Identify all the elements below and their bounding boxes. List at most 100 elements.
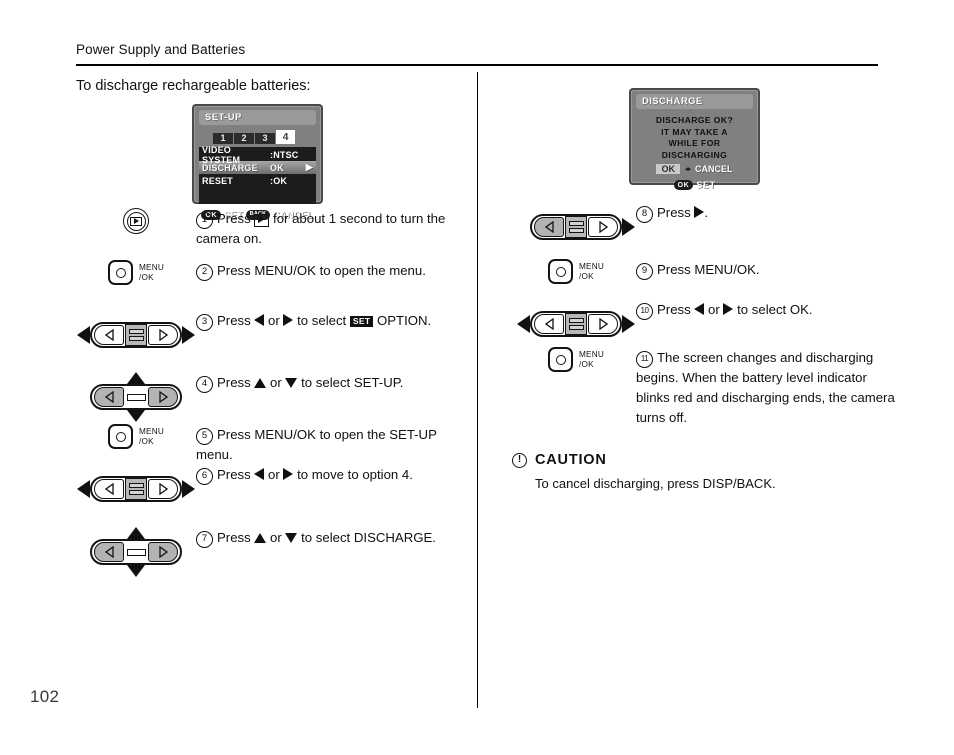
dpad-right-pad[interactable]: [148, 325, 178, 345]
page-header: Power Supply and Batteries: [76, 42, 878, 66]
triangle-left-outline-icon: [544, 318, 554, 330]
dpad-right-pad[interactable]: [588, 217, 618, 237]
menu-label-discharge: DISCHARGE: [202, 162, 258, 173]
dpad-right-pad[interactable]: [148, 387, 178, 407]
discharge-dialog-message: DISCHARGE OK? IT MAY TAKE A WHILE FOR DI…: [642, 115, 747, 161]
menu-value-reset: :OK: [270, 175, 288, 186]
left-right-arrows-icon: ◂▸: [684, 166, 691, 173]
dpad-left-pad[interactable]: [534, 217, 564, 237]
column-divider: [477, 72, 479, 708]
step-9-text-body: Press MENU/OK.: [657, 262, 760, 277]
dpad-right-pad[interactable]: [148, 542, 178, 562]
dpad-vertical-icon: [77, 527, 195, 577]
dpad-left-pad[interactable]: [94, 325, 124, 345]
ok-pill-label: SET: [696, 179, 716, 191]
dpad-center-button[interactable]: [125, 478, 147, 500]
step-5-artwork: MENU /OK: [76, 424, 196, 449]
arrow-up-glyph-icon: [254, 378, 267, 388]
setup-tab-2[interactable]: 2: [234, 133, 254, 144]
arrow-right-glyph-icon: [283, 314, 294, 326]
arrow-left-icon: [77, 326, 90, 344]
step-3: 3 Press or to select SET OPTION.: [76, 310, 471, 360]
step-11-text-body: The screen changes and discharging begin…: [636, 350, 895, 425]
step-8-artwork: [516, 202, 636, 252]
step-1-artwork: [76, 208, 196, 234]
dpad-left-pad[interactable]: [94, 387, 124, 407]
page-number: 102: [30, 687, 60, 706]
step-10-text-b: or: [704, 302, 724, 317]
menu-ok-button-shape: [548, 347, 574, 372]
menu-ok-label-line2: /OK: [139, 436, 154, 446]
step-number-6: 6: [196, 468, 213, 485]
step-2-artwork: MENU /OK: [76, 260, 196, 285]
dpad-center-button[interactable]: [126, 390, 146, 404]
dpad-horizontal-icon: [517, 299, 635, 349]
step-7-text: 7 Press or to select DISCHARGE.: [196, 527, 436, 548]
dpad-vertical-icon: [77, 372, 195, 422]
dpad-left-pad[interactable]: [534, 314, 564, 334]
exclamation-icon: !: [512, 452, 527, 468]
play-symbol-icon: [130, 216, 142, 226]
ok-pill-icon: OK: [673, 180, 694, 190]
setup-tab-3[interactable]: 3: [255, 133, 275, 144]
step-number-9: 9: [636, 263, 653, 280]
step-2-text: 2 Press MENU/OK to open the menu.: [196, 260, 426, 281]
discharge-screen-footer: OK SET: [636, 179, 753, 191]
step-10-artwork: [516, 299, 636, 349]
menu-ok-label-line1: MENU: [579, 350, 604, 359]
step-number-4: 4: [196, 376, 213, 393]
dpad-right-pad[interactable]: [588, 314, 618, 334]
dpad-horizontal-icon: [77, 464, 195, 514]
triangle-left-outline-icon: [544, 221, 554, 233]
menu-ok-button-icon: MENU /OK: [108, 260, 164, 285]
menu-row-discharge[interactable]: DISCHARGE OK ▶: [199, 161, 316, 174]
step-3-text-a: Press: [217, 313, 255, 328]
step-number-7: 7: [196, 531, 213, 548]
triangle-right-outline-icon: [158, 546, 168, 558]
triangle-right-outline-icon: [598, 318, 608, 330]
discharge-dialog-choices: OK ◂▸ CANCEL: [636, 164, 753, 174]
intro-text: To discharge rechargeable batteries:: [76, 78, 311, 94]
arrow-down-icon: [127, 410, 145, 422]
discharge-screen-mockup: DISCHARGE DISCHARGE OK? IT MAY TAKE A WH…: [629, 88, 760, 191]
triangle-left-outline-icon: [104, 483, 114, 495]
dpad-center-button[interactable]: [565, 313, 587, 335]
arrow-up-icon: [127, 372, 145, 384]
menu-ok-button-label: MENU /OK: [139, 263, 164, 282]
step-2-text-body: Press MENU/OK to open the menu.: [217, 263, 426, 278]
discharge-ok-option[interactable]: OK: [656, 164, 680, 174]
step-11-text: 11 The screen changes and discharging beg…: [636, 347, 904, 428]
arrow-left-glyph-icon: [694, 303, 705, 315]
step-5-text: 5 Press MENU/OK to open the SET-UP menu.: [196, 424, 471, 465]
menu-row-reset[interactable]: RESET :OK: [199, 174, 316, 187]
step-number-3: 3: [196, 314, 213, 331]
dpad-center-button[interactable]: [565, 216, 587, 238]
setup-tab-4[interactable]: 4: [276, 130, 295, 144]
caution-body-text: To cancel discharging, press DISP/BACK.: [535, 476, 776, 491]
step-9-artwork: MENU /OK: [516, 259, 636, 284]
discharge-cancel-option[interactable]: CANCEL: [695, 164, 733, 174]
arrow-right-glyph-icon: [723, 303, 734, 315]
step-11-artwork: MENU /OK: [516, 347, 636, 372]
menu-ok-label-line1: MENU: [139, 427, 164, 436]
setup-tab-row: 1 2 3 4: [213, 130, 316, 144]
step-8-text-b: .: [704, 205, 709, 220]
step-9-text: 9 Press MENU/OK.: [636, 259, 760, 280]
step-number-2: 2: [196, 264, 213, 281]
dpad-body: [90, 384, 182, 410]
arrow-right-icon: [182, 326, 195, 344]
dpad-body: [90, 322, 182, 348]
menu-ok-label-line2: /OK: [139, 272, 154, 282]
dpad-left-pad[interactable]: [94, 542, 124, 562]
setup-tab-1[interactable]: 1: [213, 133, 233, 144]
step-4-artwork: [76, 372, 196, 422]
dpad-right-pad[interactable]: [148, 479, 178, 499]
dpad-left-pad[interactable]: [94, 479, 124, 499]
playback-button-inner-ring: [126, 211, 146, 231]
caution-header: ! CAUTION: [512, 452, 776, 468]
menu-row-video-system[interactable]: VIDEO SYSTEM :NTSC: [199, 145, 316, 165]
menu-ok-label-line1: MENU: [579, 262, 604, 271]
dpad-center-button[interactable]: [125, 324, 147, 346]
step-9: MENU /OK 9 Press MENU/OK.: [516, 259, 936, 284]
dpad-center-button[interactable]: [126, 545, 146, 559]
